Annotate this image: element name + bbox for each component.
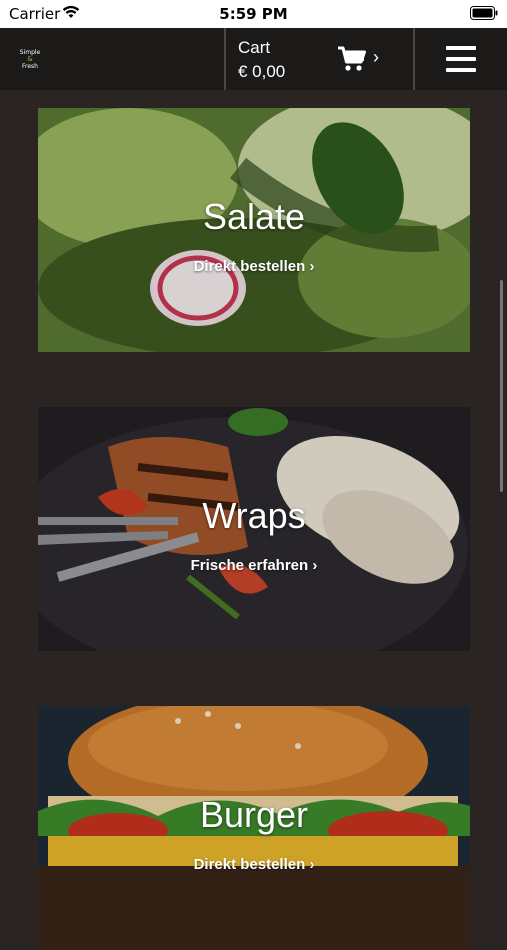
- logo-line2: &: [27, 54, 33, 63]
- chevron-right-icon: ›: [373, 47, 379, 67]
- header: Simple & Fresh Cart € 0,00 ›: [0, 28, 507, 90]
- logo[interactable]: Simple & Fresh: [12, 42, 48, 76]
- category-cta-link[interactable]: Direkt bestellen ›: [38, 856, 470, 873]
- category-cta-link[interactable]: Direkt bestellen ›: [38, 258, 470, 275]
- cart-button[interactable]: Cart € 0,00 ›: [227, 28, 413, 90]
- category-title: Burger: [199, 794, 309, 835]
- category-card-wraps[interactable]: Wraps Frische erfahren ›: [38, 407, 470, 651]
- header-divider: [224, 28, 226, 90]
- hamburger-menu-icon[interactable]: [415, 28, 507, 90]
- category-cta-link[interactable]: Frische erfahren ›: [38, 557, 470, 574]
- category-title: Wraps: [202, 495, 306, 536]
- cart-amount: € 0,00: [238, 62, 286, 81]
- logo-line3: Fresh: [22, 62, 38, 70]
- scrollbar[interactable]: [500, 280, 503, 492]
- category-card-salate[interactable]: Salate Direkt bestellen ›: [38, 108, 470, 352]
- cart-label: Cart: [238, 38, 271, 57]
- category-title: Salate: [202, 196, 306, 237]
- status-bar: Carrier 5:59 PM: [0, 0, 507, 28]
- category-card-burger[interactable]: Burger Direkt bestellen ›: [38, 706, 470, 950]
- cart-icon: [338, 46, 366, 71]
- battery-icon: [470, 6, 498, 20]
- clock: 5:59 PM: [219, 5, 288, 23]
